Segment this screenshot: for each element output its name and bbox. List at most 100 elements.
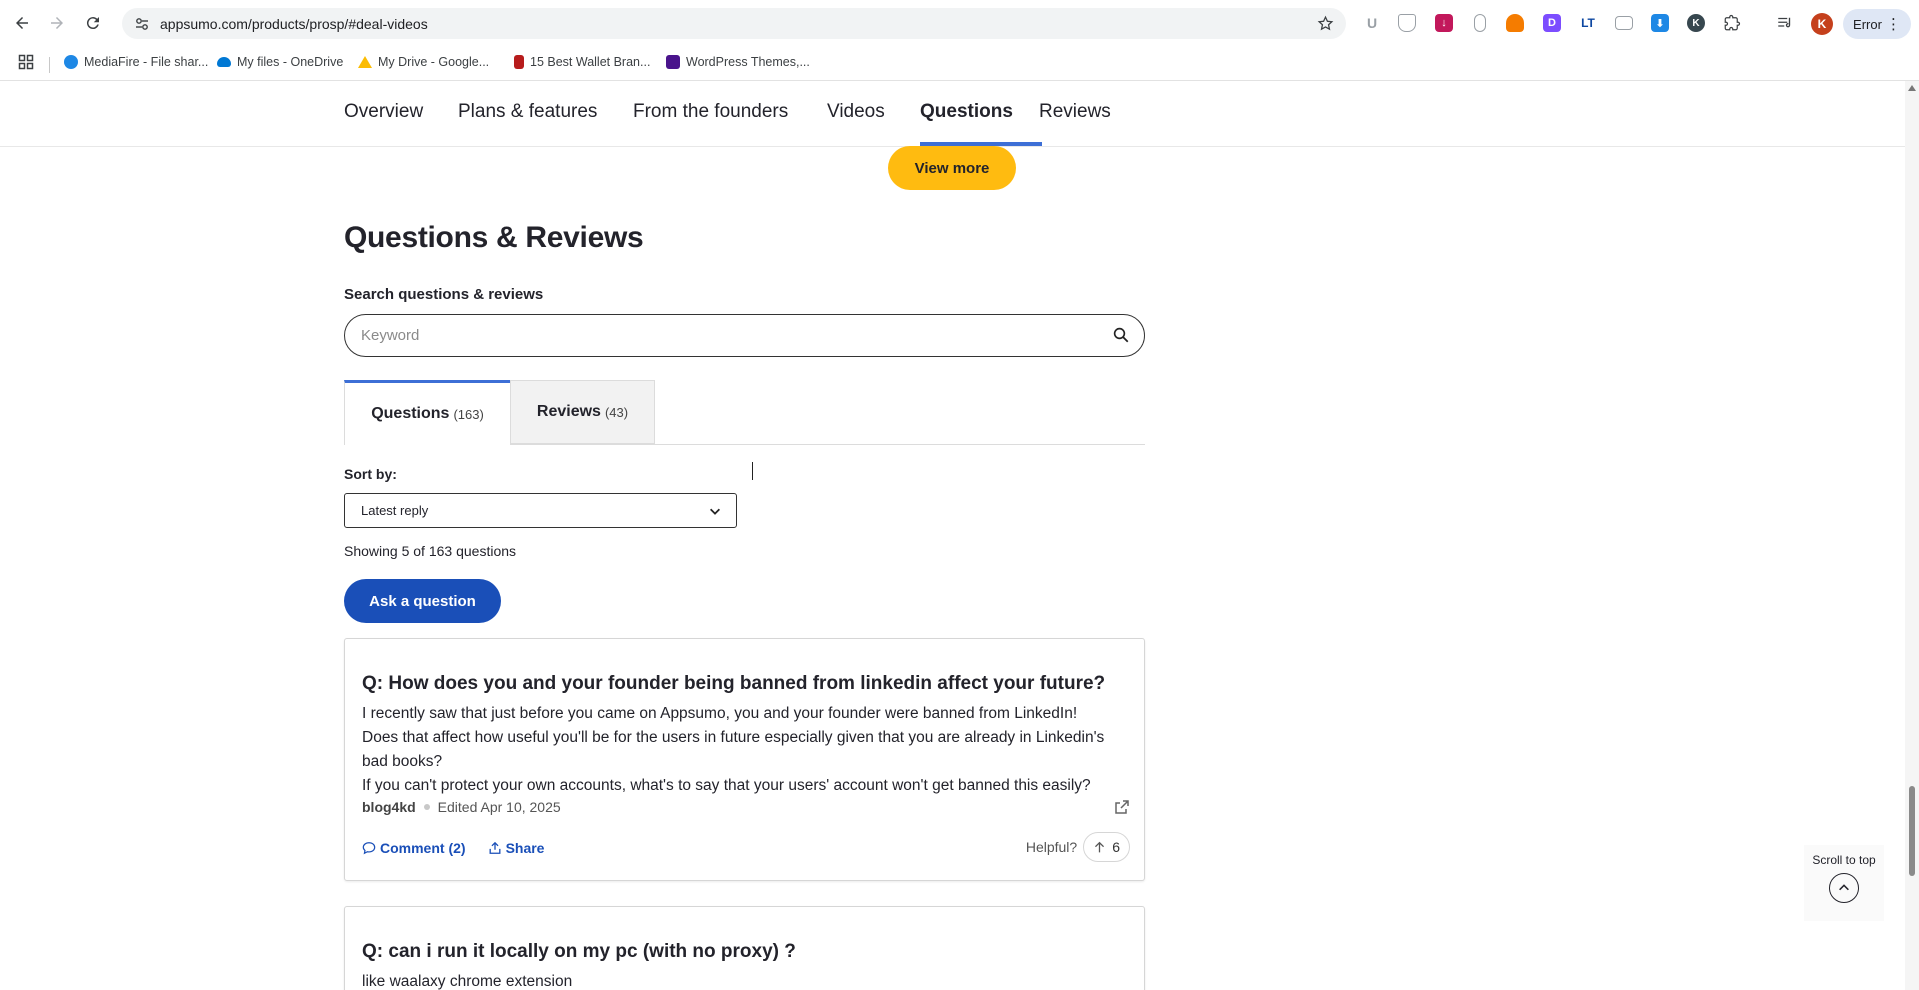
tab-reviews[interactable]: Reviews (43): [510, 380, 655, 444]
extension-lt-icon[interactable]: LT: [1579, 14, 1597, 32]
bookmark-onedrive[interactable]: My files - OneDrive: [217, 55, 343, 69]
bookmarks-bar: MediaFire - File shar... My files - OneD…: [0, 47, 1919, 81]
bookmark-label: WordPress Themes,...: [686, 55, 810, 69]
scroll-to-top-label: Scroll to top: [1812, 853, 1876, 867]
text-cursor: [752, 462, 753, 480]
arrow-right-icon: [51, 17, 63, 29]
onedrive-cloud-icon: [217, 57, 231, 67]
upvote-button[interactable]: 6: [1083, 832, 1130, 862]
helpful-label: Helpful?: [1025, 839, 1078, 855]
section-title: Questions & Reviews: [344, 221, 644, 254]
extension-mouse-icon[interactable]: [1474, 14, 1486, 32]
search-input[interactable]: Keyword: [344, 314, 1145, 357]
helpful-section: Helpful? 6: [1026, 832, 1130, 862]
showing-count: Showing 5 of 163 questions: [344, 543, 517, 559]
page-scrollbar[interactable]: [1905, 81, 1919, 990]
tab-questions-count: (163): [453, 406, 484, 422]
reload-icon: [86, 17, 99, 30]
mediafire-icon: [64, 55, 78, 69]
reload-button[interactable]: [81, 11, 105, 35]
bookmark-label: My Drive - Google...: [378, 55, 490, 69]
question-title[interactable]: Q: can i run it locally on my pc (with n…: [362, 941, 796, 963]
sort-selected-value: Latest reply: [361, 503, 429, 518]
subnav-from-the-founders[interactable]: From the founders: [633, 101, 788, 123]
subnav-plans-features[interactable]: Plans & features: [458, 101, 597, 123]
apps-grid-icon[interactable]: [18, 54, 34, 70]
bookmark-label: MediaFire - File shar...: [84, 55, 209, 69]
more-menu-icon: ⋮: [1885, 15, 1901, 33]
share-icon: [489, 841, 501, 854]
bookmark-wordpress-themes[interactable]: WordPress Themes,...: [666, 55, 810, 69]
browser-toolbar: appsumo.com/products/prosp/#deal-videos …: [0, 0, 1919, 47]
sort-select[interactable]: Latest reply: [344, 493, 737, 528]
ask-question-button[interactable]: Ask a question: [344, 579, 501, 623]
scroll-to-top-button[interactable]: Scroll to top: [1804, 845, 1884, 921]
sort-label: Sort by:: [344, 466, 397, 482]
arrow-left-icon: [16, 17, 28, 29]
bookmark-label: My files - OneDrive: [237, 55, 344, 69]
question-meta: blog4kd Edited Apr 10, 2025: [362, 799, 561, 815]
subnav-reviews[interactable]: Reviews: [1039, 101, 1111, 123]
question-date: Edited Apr 10, 2025: [437, 799, 561, 815]
bookmark-label: 15 Best Wallet Bran...: [530, 55, 651, 69]
profile-error-chip[interactable]: Error ⋮: [1843, 9, 1911, 39]
question-body-line: I recently saw that just before you came…: [362, 705, 1078, 722]
meta-separator-dot: [423, 804, 430, 810]
share-label: Share: [505, 840, 545, 856]
error-label: Error: [1853, 16, 1882, 32]
extension-u-icon[interactable]: U: [1363, 14, 1381, 32]
bookmark-wallet-brands[interactable]: 15 Best Wallet Bran...: [514, 55, 650, 69]
question-author[interactable]: blog4kd: [362, 799, 416, 815]
scroll-up-arrow-icon[interactable]: [1908, 85, 1916, 91]
bookmark-mediafire[interactable]: MediaFire - File shar...: [64, 55, 208, 69]
search-label: Search questions & reviews: [344, 286, 544, 303]
subnav-videos[interactable]: Videos: [827, 101, 885, 123]
url-text[interactable]: appsumo.com/products/prosp/#deal-videos: [160, 16, 428, 32]
address-bar[interactable]: appsumo.com/products/prosp/#deal-videos: [122, 8, 1346, 39]
search-icon[interactable]: [1112, 326, 1130, 344]
subnav-overview[interactable]: Overview: [344, 101, 423, 123]
comment-button[interactable]: Comment (2): [362, 840, 466, 856]
external-link-icon[interactable]: [1114, 799, 1130, 815]
bookmark-star-icon[interactable]: [1317, 15, 1334, 32]
question-body: like waalaxy chrome extension: [362, 970, 1132, 990]
share-button[interactable]: Share: [488, 840, 545, 856]
profile-avatar[interactable]: K: [1811, 13, 1833, 35]
question-body-line: like waalaxy chrome extension: [362, 973, 573, 990]
product-subnav: Overview Plans & features From the found…: [0, 81, 1905, 147]
media-controls-icon[interactable]: [1776, 14, 1794, 32]
question-body-line: If you can't protect your own accounts, …: [362, 777, 1091, 794]
tab-reviews-label: Reviews: [536, 403, 601, 420]
question-card: Q: How does you and your founder being b…: [344, 638, 1145, 881]
extension-camera-icon[interactable]: [1615, 16, 1633, 30]
comment-icon: [362, 842, 376, 855]
wallet-brand-icon: [514, 55, 524, 69]
question-body: I recently saw that just before you came…: [362, 702, 1132, 798]
back-button[interactable]: [10, 11, 34, 35]
question-actions: Comment (2) Share: [362, 840, 544, 856]
view-more-button[interactable]: View more: [888, 146, 1016, 190]
question-title[interactable]: Q: How does you and your founder being b…: [362, 673, 1105, 695]
page-content: Overview Plans & features From the found…: [0, 81, 1905, 990]
wordpress-themes-icon: [666, 55, 680, 69]
extension-d-icon[interactable]: D: [1543, 14, 1561, 32]
extension-arrow-down-icon[interactable]: ⬇: [1651, 14, 1669, 32]
search-placeholder: Keyword: [361, 327, 420, 344]
extension-fox-icon[interactable]: [1506, 14, 1524, 32]
extensions-puzzle-icon[interactable]: [1723, 14, 1741, 32]
bookmark-google-drive[interactable]: My Drive - Google...: [358, 55, 489, 69]
google-drive-icon: [358, 56, 372, 68]
extension-download-icon[interactable]: ↓: [1435, 14, 1453, 32]
comment-label: Comment (2): [380, 840, 466, 856]
subnav-questions[interactable]: Questions: [920, 101, 1013, 123]
forward-button[interactable]: [45, 11, 69, 35]
tab-reviews-count: (43): [604, 404, 629, 420]
extension-shield-icon[interactable]: [1398, 14, 1416, 32]
extension-k-icon[interactable]: K: [1687, 14, 1705, 32]
arrow-up-icon: [1095, 841, 1105, 852]
bookmarks-divider: [49, 57, 50, 73]
scrollbar-thumb[interactable]: [1909, 786, 1915, 876]
site-settings-icon[interactable]: [134, 16, 150, 32]
tab-questions[interactable]: Questions (163): [344, 380, 511, 445]
vote-count: 6: [1112, 839, 1120, 855]
